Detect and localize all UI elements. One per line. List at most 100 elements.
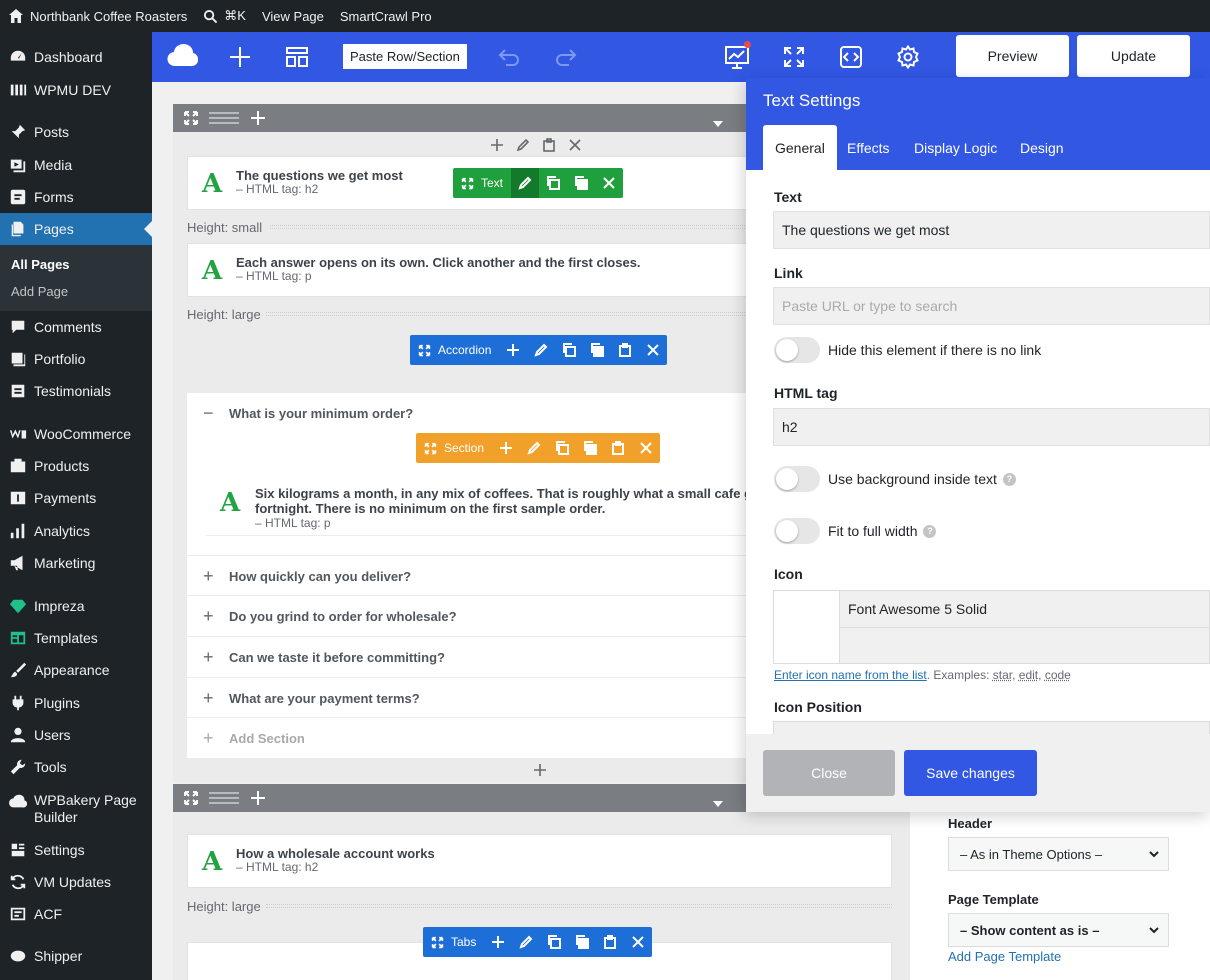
delete-icon[interactable] <box>632 433 660 463</box>
move-icon[interactable] <box>416 433 444 463</box>
fit-full-width-toggle[interactable] <box>774 518 820 544</box>
sidebar-item-forms[interactable]: Forms <box>0 181 152 213</box>
submenu-add-page[interactable]: Add Page <box>0 278 152 305</box>
expand-plus-icon[interactable]: + <box>203 689 214 707</box>
add-icon[interactable] <box>492 433 520 463</box>
sidebar-item-vm-updates[interactable]: VM Updates <box>0 866 152 898</box>
paste-row-section-button[interactable]: Paste Row/Section <box>343 44 467 69</box>
tab-general[interactable]: General <box>763 125 837 170</box>
row-layout-icon[interactable] <box>209 109 239 130</box>
expand-plus-icon[interactable]: + <box>203 607 214 625</box>
sidebar-item-posts[interactable]: Posts <box>0 116 152 148</box>
html-tag-select[interactable]: h2 <box>773 408 1210 446</box>
move-icon[interactable] <box>423 927 451 957</box>
text-field[interactable]: The questions we get most <box>773 211 1210 249</box>
sidebar-item-settings[interactable]: Settings <box>0 834 152 866</box>
text-element-card[interactable]: A How a wholesale account works – HTML t… <box>187 834 892 888</box>
delete-icon[interactable] <box>624 927 652 957</box>
icon-list-link[interactable]: Enter icon name from the list <box>774 668 927 682</box>
add-icon[interactable] <box>499 335 527 365</box>
copy-icon[interactable] <box>540 927 568 957</box>
clone-icon[interactable] <box>583 335 611 365</box>
update-button[interactable]: Update <box>1077 35 1190 77</box>
sidebar-item-portfolio[interactable]: Portfolio <box>0 343 152 375</box>
sidebar-item-analytics[interactable]: Analytics <box>0 515 152 547</box>
undo-icon[interactable] <box>491 40 527 74</box>
hide-if-no-link-toggle[interactable] <box>774 337 820 363</box>
wpbakery-logo-icon[interactable] <box>164 40 200 74</box>
link-field[interactable]: Paste URL or type to search <box>773 287 1210 325</box>
smartcrawl-menu[interactable]: SmartCrawl Pro <box>332 0 440 32</box>
page-template-select[interactable]: – Show content as is – <box>948 913 1169 947</box>
clone-icon[interactable] <box>567 168 595 198</box>
view-page-link[interactable]: View Page <box>254 0 332 32</box>
redo-icon[interactable] <box>548 40 584 74</box>
delete-icon[interactable] <box>595 168 623 198</box>
clipboard-icon[interactable] <box>611 335 639 365</box>
row-dropdown-icon[interactable] <box>713 115 723 130</box>
sidebar-item-shipper[interactable]: Shipper <box>0 940 152 972</box>
edit-pencil-icon[interactable] <box>520 433 548 463</box>
copy-icon[interactable] <box>548 433 576 463</box>
clipboard-icon[interactable] <box>596 927 624 957</box>
preview-button[interactable]: Preview <box>956 35 1069 77</box>
add-section-plus-icon[interactable]: + <box>203 729 214 747</box>
clipboard-icon[interactable] <box>542 138 556 155</box>
save-changes-button[interactable]: Save changes <box>904 750 1037 796</box>
help-icon[interactable]: ? <box>1002 472 1016 486</box>
edit-pencil-icon[interactable] <box>527 335 555 365</box>
move-row-icon[interactable] <box>183 110 199 129</box>
tab-effects[interactable]: Effects <box>835 125 902 170</box>
clone-icon[interactable] <box>568 927 596 957</box>
expand-plus-icon[interactable]: + <box>203 648 214 666</box>
add-page-template-link[interactable]: Add Page Template <box>948 949 1061 964</box>
expand-plus-icon[interactable]: + <box>203 567 214 585</box>
sidebar-item-dashboard[interactable]: Dashboard <box>0 41 152 73</box>
clone-icon[interactable] <box>576 433 604 463</box>
copy-icon[interactable] <box>555 335 583 365</box>
add-icon[interactable] <box>490 138 504 155</box>
sidebar-item-appearance[interactable]: Appearance <box>0 654 152 686</box>
move-icon[interactable] <box>410 335 438 365</box>
row-dropdown-icon[interactable] <box>713 795 723 810</box>
tab-display-logic[interactable]: Display Logic <box>902 125 1009 170</box>
add-row-icon[interactable] <box>249 789 267 810</box>
clipboard-icon[interactable] <box>604 433 632 463</box>
sidebar-item-acf[interactable]: ACF <box>0 898 152 930</box>
move-icon[interactable] <box>453 168 481 198</box>
move-row-icon[interactable] <box>183 790 199 809</box>
edit-pencil-icon[interactable] <box>516 138 530 155</box>
fullscreen-icon[interactable] <box>776 40 812 74</box>
icon-example[interactable]: code <box>1045 668 1071 682</box>
icon-picker[interactable]: Font Awesome 5 Solid <box>773 590 1210 664</box>
sidebar-item-wpmudev[interactable]: WPMU DEV <box>0 74 152 106</box>
icon-position-field[interactable] <box>773 721 1210 734</box>
sidebar-item-users[interactable]: Users <box>0 719 152 751</box>
background-inside-text-toggle[interactable] <box>774 466 820 492</box>
sidebar-item-pages[interactable]: Pages <box>0 213 152 245</box>
sidebar-item-media[interactable]: Media <box>0 149 152 181</box>
help-icon[interactable]: ? <box>923 524 937 538</box>
sidebar-item-woocommerce[interactable]: WooCommerce <box>0 418 152 450</box>
add-element-icon[interactable] <box>222 40 258 74</box>
edit-pencil-icon[interactable] <box>512 927 540 957</box>
tab-design[interactable]: Design <box>1008 125 1076 170</box>
settings-gear-icon[interactable] <box>890 40 926 74</box>
sidebar-item-templates[interactable]: Templates <box>0 622 152 654</box>
templates-layout-icon[interactable] <box>279 40 315 74</box>
collapse-minus-icon[interactable]: − <box>203 404 214 422</box>
close-button[interactable]: Close <box>763 750 895 796</box>
delete-icon[interactable] <box>639 335 667 365</box>
add-row-icon[interactable] <box>249 109 267 130</box>
add-element-plus-icon[interactable] <box>533 763 547 780</box>
close-icon[interactable] <box>568 138 582 155</box>
edit-pencil-icon[interactable] <box>511 168 540 198</box>
row-layout-icon[interactable] <box>209 789 239 810</box>
submenu-all-pages[interactable]: All Pages <box>0 251 152 278</box>
sidebar-item-payments[interactable]: Payments <box>0 482 152 514</box>
sidebar-item-products[interactable]: Products <box>0 450 152 482</box>
icon-example[interactable]: star <box>993 668 1012 682</box>
copy-icon[interactable] <box>539 168 567 198</box>
sidebar-item-wpbakery[interactable]: WPBakery Page Builder <box>0 784 152 825</box>
sidebar-item-tools[interactable]: Tools <box>0 751 152 783</box>
